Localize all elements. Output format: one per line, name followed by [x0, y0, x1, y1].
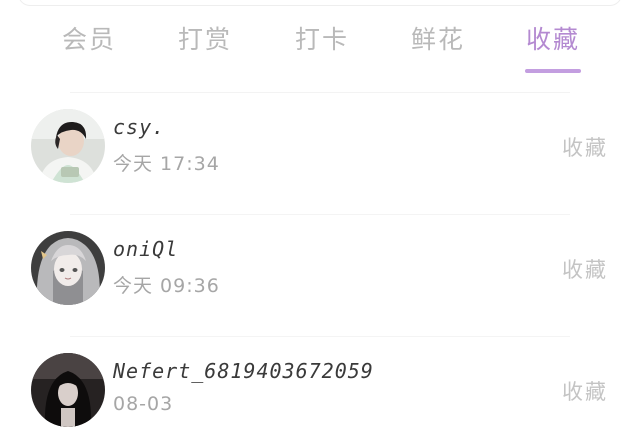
favorites-page: 会员 打赏 打卡 鲜花 收藏 csy. 今天 17:34 收藏 oniQl 今天… — [0, 0, 640, 443]
timestamp: 今天 09:36 — [113, 275, 220, 297]
avatar-anime-girl-icon — [31, 231, 105, 305]
favorite-action-label: 收藏 — [562, 380, 608, 404]
username: csy. — [113, 115, 166, 139]
timestamp: 今天 17:34 — [113, 153, 220, 175]
avatar-dark-girl-icon — [31, 353, 105, 427]
tab-flowers[interactable]: 鲜花 — [411, 20, 465, 56]
tab-checkin[interactable]: 打卡 — [295, 20, 349, 56]
divider — [70, 92, 570, 93]
favorite-action-label: 收藏 — [562, 258, 608, 282]
tab-tips[interactable]: 打赏 — [178, 20, 232, 56]
avatar[interactable] — [31, 109, 105, 183]
divider — [70, 336, 570, 337]
favorite-action-label: 收藏 — [562, 136, 608, 160]
tab-membership[interactable]: 会员 — [62, 20, 116, 56]
avatar[interactable] — [31, 353, 105, 427]
timestamp: 08-03 — [113, 393, 174, 415]
username: oniQl — [113, 237, 179, 261]
list-item[interactable]: oniQl 今天 09:36 收藏 — [0, 231, 640, 341]
header-card-edge — [18, 0, 622, 6]
tab-favorites[interactable]: 收藏 — [526, 20, 580, 56]
list-item[interactable]: Nefert_6819403672059 08-03 收藏 — [0, 353, 640, 443]
list-item[interactable]: csy. 今天 17:34 收藏 — [0, 109, 640, 219]
active-tab-indicator — [525, 69, 581, 73]
avatar-photo-boy-icon — [31, 109, 105, 183]
category-tabs: 会员 打赏 打卡 鲜花 收藏 — [0, 18, 640, 78]
divider — [70, 214, 570, 215]
username: Nefert_6819403672059 — [113, 359, 374, 383]
avatar[interactable] — [31, 231, 105, 305]
